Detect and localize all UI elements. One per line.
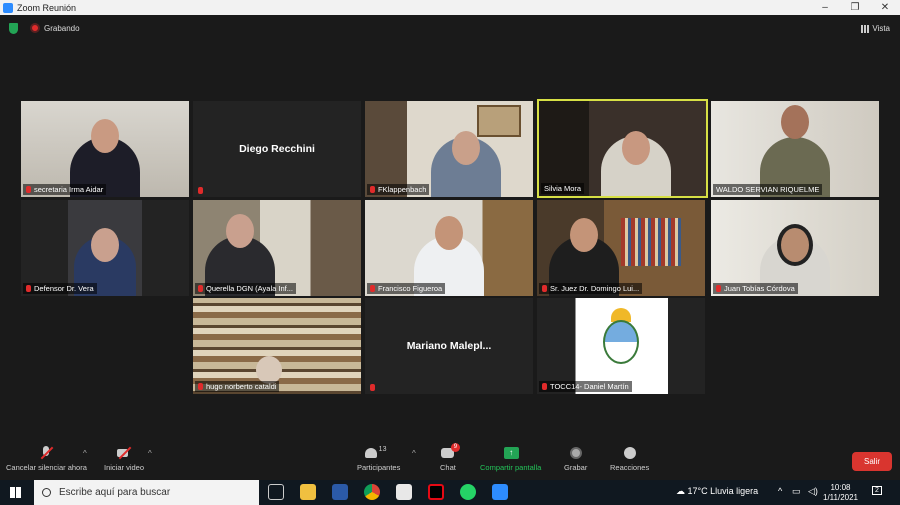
video-off-icon bbox=[117, 446, 132, 460]
zoom-logo-icon bbox=[3, 2, 13, 13]
search-placeholder: Escribe aquí para buscar bbox=[59, 487, 171, 498]
grid-view-icon bbox=[861, 24, 870, 33]
muted-mic-icon bbox=[26, 285, 31, 292]
muted-mic-icon bbox=[370, 285, 375, 292]
weather-widget[interactable]: ☁ 17°C Lluvia ligera bbox=[676, 486, 758, 497]
chrome-icon[interactable] bbox=[364, 484, 380, 500]
muted-mic-icon bbox=[26, 186, 31, 193]
meeting-topbar: Grabando Vista bbox=[0, 15, 900, 43]
record-button[interactable]: Grabar bbox=[564, 446, 587, 472]
view-button[interactable]: Vista bbox=[861, 24, 890, 33]
participant-name-label: TOCC14- Daniel Martín bbox=[539, 381, 632, 392]
argentina-coat-of-arms-icon bbox=[595, 308, 647, 370]
participant-name-label: Querella DGN (Ayala Inf... bbox=[195, 283, 296, 294]
chat-icon: 9 bbox=[440, 443, 460, 460]
chat-button[interactable]: 9 Chat bbox=[440, 443, 460, 472]
participant-name-label: Francisco Figueroa bbox=[367, 283, 446, 294]
participant-tile[interactable]: Diego Recchini bbox=[193, 101, 361, 197]
muted-mic-icon bbox=[198, 187, 203, 194]
smiley-icon bbox=[623, 446, 637, 460]
task-view-icon[interactable] bbox=[268, 484, 284, 500]
taskbar-search-box[interactable]: Escribe aquí para buscar bbox=[34, 480, 259, 505]
battery-icon: ▭ bbox=[792, 486, 801, 496]
participant-name-label: Juan Tobías Córdova bbox=[713, 283, 798, 294]
muted-mic-icon bbox=[542, 383, 547, 390]
participant-tile[interactable]: TOCC14- Daniel Martín bbox=[537, 298, 705, 394]
muted-mic-icon bbox=[542, 285, 547, 292]
windows-start-icon[interactable] bbox=[10, 487, 21, 498]
muted-mic-icon bbox=[370, 384, 375, 391]
recording-label: Grabando bbox=[44, 24, 80, 33]
notifications-icon[interactable]: 2 bbox=[872, 486, 882, 495]
participant-tile[interactable]: WALDO SERVIAN RIQUELME bbox=[711, 101, 879, 197]
participant-tile[interactable]: hugo norberto cataldi bbox=[193, 298, 361, 394]
participant-name-label bbox=[195, 186, 206, 195]
chat-unread-badge: 9 bbox=[450, 443, 460, 452]
muted-mic-icon bbox=[198, 285, 203, 292]
participant-name-label: hugo norberto cataldi bbox=[195, 381, 280, 392]
participants-icon: 13 bbox=[364, 446, 393, 460]
recording-icon bbox=[30, 23, 40, 33]
participant-tile[interactable]: Defensor Dr. Vera bbox=[21, 200, 189, 296]
participants-button[interactable]: 13 Participantes bbox=[357, 446, 400, 472]
participant-tile[interactable]: Sr. Juez Dr. Domingo Lui... bbox=[537, 200, 705, 296]
zoom-taskbar-icon[interactable] bbox=[492, 484, 508, 500]
share-screen-icon: ↑ bbox=[503, 446, 519, 460]
participant-tile[interactable]: FKlappenbach bbox=[365, 101, 533, 197]
unmute-button[interactable]: Cancelar silenciar ahora bbox=[6, 446, 87, 472]
audio-options-chevron-icon[interactable]: ^ bbox=[83, 449, 87, 458]
restore-button[interactable]: ❐ bbox=[840, 0, 870, 15]
file-explorer-icon[interactable] bbox=[300, 484, 316, 500]
muted-mic-icon bbox=[370, 186, 375, 193]
participant-tile[interactable]: secretaria Irma Aidar bbox=[21, 101, 189, 197]
participant-name-label: FKlappenbach bbox=[367, 184, 430, 195]
participant-name-label: secretaria Irma Aidar bbox=[23, 184, 107, 195]
cloud-icon: ☁ bbox=[676, 486, 685, 496]
muted-mic-icon bbox=[716, 285, 721, 292]
participant-name-label bbox=[367, 383, 378, 392]
participant-tile-active-speaker[interactable]: Silvia Mora bbox=[537, 99, 708, 198]
close-button[interactable]: ✕ bbox=[870, 0, 900, 15]
participant-tile[interactable]: Francisco Figueroa bbox=[365, 200, 533, 296]
participants-options-chevron-icon[interactable]: ^ bbox=[412, 449, 416, 458]
window-title: Zoom Reunión bbox=[17, 2, 77, 13]
muted-microphone-icon bbox=[39, 446, 54, 460]
participant-name-placeholder: Mariano Malepl... bbox=[406, 340, 492, 352]
window-titlebar: Zoom Reunión – ❐ ✕ bbox=[0, 0, 900, 15]
minimize-button[interactable]: – bbox=[810, 0, 840, 15]
security-shield-icon[interactable] bbox=[9, 23, 18, 34]
meeting-toolbar: Cancelar silenciar ahora ^ Iniciar video… bbox=[0, 443, 900, 480]
record-icon bbox=[569, 446, 583, 460]
participant-name-label: Defensor Dr. Vera bbox=[23, 283, 97, 294]
search-icon bbox=[42, 488, 51, 497]
windows-taskbar: Escribe aquí para buscar ☁ 17°C Lluvia l… bbox=[0, 480, 900, 505]
volume-icon[interactable]: ◁) bbox=[808, 486, 818, 497]
system-clock[interactable]: 10:08 1/11/2021 bbox=[823, 483, 858, 503]
muted-mic-icon bbox=[198, 383, 203, 390]
participant-tile[interactable]: Juan Tobías Córdova bbox=[711, 200, 879, 296]
store-icon[interactable] bbox=[396, 484, 412, 500]
whatsapp-icon[interactable] bbox=[460, 484, 476, 500]
word-icon[interactable] bbox=[332, 484, 348, 500]
tray-chevron-icon[interactable]: ^ bbox=[778, 486, 782, 496]
participant-name-label: WALDO SERVIAN RIQUELME bbox=[713, 184, 823, 195]
participant-name-label: Sr. Juez Dr. Domingo Lui... bbox=[539, 283, 643, 294]
reactions-button[interactable]: Reacciones bbox=[610, 446, 649, 472]
participant-tile[interactable]: Querella DGN (Ayala Inf... bbox=[193, 200, 361, 296]
leave-meeting-button[interactable]: Salir bbox=[852, 452, 892, 471]
participant-name-placeholder: Diego Recchini bbox=[239, 143, 315, 155]
view-label: Vista bbox=[872, 24, 890, 33]
gallery-view: secretaria Irma Aidar Diego Recchini FKl… bbox=[0, 43, 900, 443]
netflix-icon[interactable] bbox=[428, 484, 444, 500]
participant-name-label: Silvia Mora bbox=[541, 183, 585, 194]
share-screen-button[interactable]: ↑ Compartir pantalla bbox=[480, 446, 541, 472]
participant-tile[interactable]: Mariano Malepl... bbox=[365, 298, 533, 394]
start-video-button[interactable]: Iniciar video bbox=[104, 446, 144, 472]
video-options-chevron-icon[interactable]: ^ bbox=[148, 449, 152, 458]
